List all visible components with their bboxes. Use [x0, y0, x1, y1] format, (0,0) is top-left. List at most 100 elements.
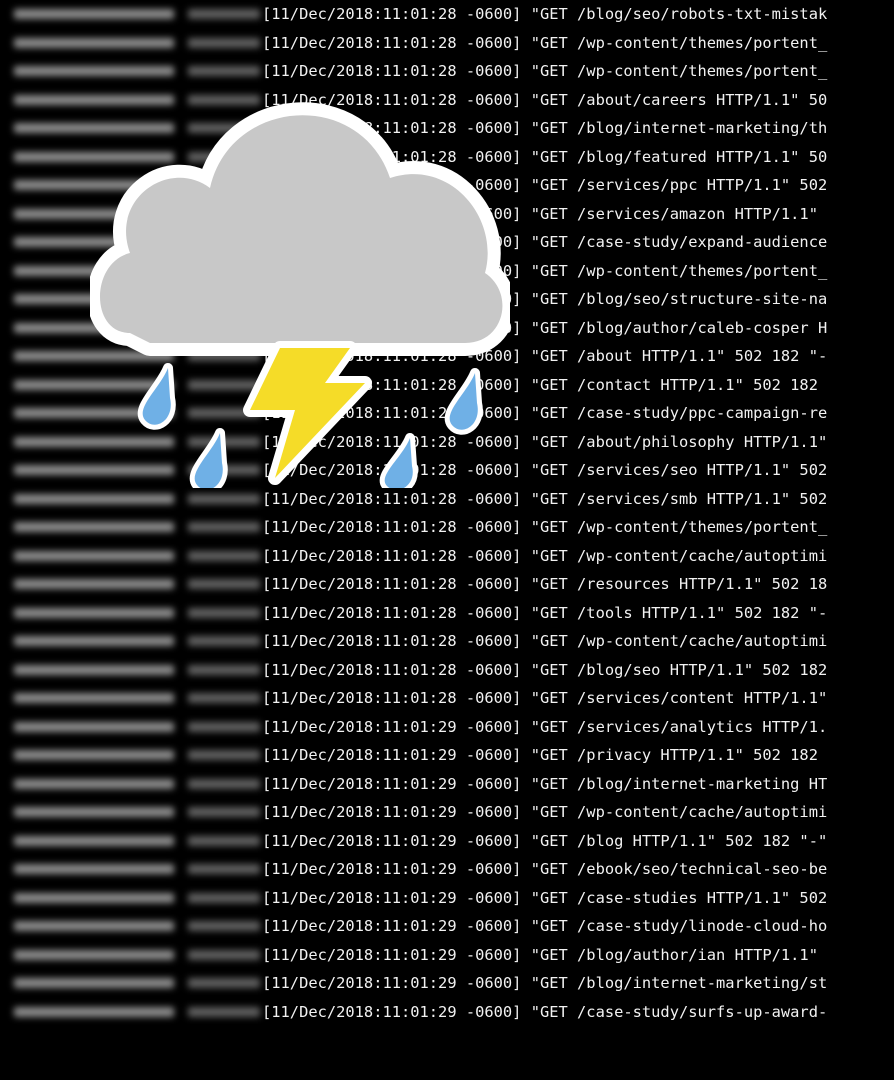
redacted-hostname [188, 493, 260, 504]
redacted-ip-address [14, 778, 174, 789]
redacted-client-info [4, 975, 260, 991]
redacted-ip-address [14, 835, 174, 846]
log-line-text: [11/Dec/2018:11:01:29 -0600] "GET /case-… [262, 917, 828, 935]
redacted-hostname [188, 778, 260, 789]
log-line-text: [11/Dec/2018:11:01:29 -0600] "GET /blog/… [262, 974, 828, 992]
log-line-text: [11/Dec/2018:11:01:29 -0600] "GET /blog/… [262, 774, 828, 793]
redacted-ip-address [14, 978, 174, 988]
redacted-hostname [188, 9, 260, 19]
redacted-hostname [188, 522, 260, 532]
redacted-client-info [4, 719, 260, 735]
log-row: [11/Dec/2018:11:01:28 -0600] "GET /blog/… [0, 656, 894, 684]
cloud-icon [90, 102, 510, 356]
redacted-ip-address [14, 579, 174, 589]
redacted-ip-address [14, 949, 174, 960]
redacted-hostname [188, 807, 260, 817]
log-line-text: [11/Dec/2018:11:01:29 -0600] "GET /servi… [262, 717, 828, 736]
redacted-client-info [4, 576, 260, 592]
log-row: [11/Dec/2018:11:01:28 -0600] "GET /tools… [0, 599, 894, 627]
redacted-ip-address [14, 750, 174, 760]
raindrop-icon [379, 433, 418, 488]
log-line-text: [11/Dec/2018:11:01:28 -0600] "GET /servi… [262, 689, 828, 707]
redacted-client-info [4, 833, 260, 849]
log-line-text: [11/Dec/2018:11:01:28 -0600] "GET /tools… [262, 603, 828, 622]
redacted-client-info [4, 776, 260, 792]
redacted-hostname [188, 579, 260, 589]
redacted-hostname [188, 750, 260, 760]
log-line-text: [11/Dec/2018:11:01:29 -0600] "GET /wp-co… [262, 803, 828, 821]
log-row: [11/Dec/2018:11:01:29 -0600] "GET /case-… [0, 912, 894, 940]
redacted-client-info [4, 804, 260, 820]
redacted-ip-address [14, 864, 174, 874]
redacted-hostname [188, 37, 260, 48]
redacted-hostname [188, 949, 260, 960]
log-line-text: [11/Dec/2018:11:01:29 -0600] "GET /ebook… [262, 860, 828, 878]
redacted-client-info [4, 6, 260, 22]
redacted-ip-address [14, 721, 174, 732]
log-row: [11/Dec/2018:11:01:28 -0600] "GET /wp-co… [0, 513, 894, 541]
redacted-ip-address [14, 550, 174, 561]
redacted-client-info [4, 605, 260, 621]
raindrop-icon [444, 368, 483, 435]
log-line-text: [11/Dec/2018:11:01:28 -0600] "GET /wp-co… [262, 518, 828, 536]
log-row: [11/Dec/2018:11:01:29 -0600] "GET /blog … [0, 827, 894, 855]
redacted-hostname [188, 978, 260, 988]
log-row: [11/Dec/2018:11:01:29 -0600] "GET /blog/… [0, 941, 894, 969]
redacted-hostname [188, 693, 260, 703]
log-row: [11/Dec/2018:11:01:29 -0600] "GET /blog/… [0, 969, 894, 997]
log-row: [11/Dec/2018:11:01:28 -0600] "GET /wp-co… [0, 627, 894, 655]
raindrop-icon [137, 363, 176, 430]
redacted-ip-address [14, 636, 174, 646]
redacted-ip-address [14, 921, 174, 931]
redacted-hostname [188, 835, 260, 846]
log-row: [11/Dec/2018:11:01:29 -0600] "GET /case-… [0, 884, 894, 912]
log-row: [11/Dec/2018:11:01:28 -0600] "GET /servi… [0, 485, 894, 513]
log-line-text: [11/Dec/2018:11:01:29 -0600] "GET /case-… [262, 888, 828, 907]
redacted-ip-address [14, 693, 174, 703]
redacted-hostname [188, 664, 260, 675]
redacted-client-info [4, 890, 260, 906]
redacted-hostname [188, 607, 260, 618]
redacted-client-info [4, 491, 260, 507]
cloud-with-lightning-and-rain-icon [90, 102, 510, 488]
redacted-client-info [4, 633, 260, 649]
redacted-client-info [4, 947, 260, 963]
redacted-hostname [188, 864, 260, 874]
redacted-client-info [4, 690, 260, 706]
redacted-ip-address [14, 37, 174, 48]
redacted-client-info [4, 548, 260, 564]
log-row: [11/Dec/2018:11:01:29 -0600] "GET /priva… [0, 741, 894, 769]
log-row: [11/Dec/2018:11:01:29 -0600] "GET /wp-co… [0, 798, 894, 826]
redacted-hostname [188, 892, 260, 903]
log-row: [11/Dec/2018:11:01:29 -0600] "GET /case-… [0, 998, 894, 1026]
redacted-hostname [188, 921, 260, 931]
redacted-ip-address [14, 807, 174, 817]
log-line-text: [11/Dec/2018:11:01:28 -0600] "GET /wp-co… [262, 546, 828, 565]
log-line-text: [11/Dec/2018:11:01:28 -0600] "GET /resou… [262, 575, 828, 593]
redacted-client-info [4, 747, 260, 763]
redacted-ip-address [14, 892, 174, 903]
redacted-ip-address [14, 664, 174, 675]
redacted-client-info [4, 662, 260, 678]
log-row: [11/Dec/2018:11:01:28 -0600] "GET /wp-co… [0, 542, 894, 570]
raindrop-icon [189, 428, 228, 488]
log-row: [11/Dec/2018:11:01:28 -0600] "GET /resou… [0, 570, 894, 598]
log-line-text: [11/Dec/2018:11:01:28 -0600] "GET /servi… [262, 489, 828, 508]
log-line-text: [11/Dec/2018:11:01:28 -0600] "GET /blog/… [262, 5, 828, 23]
lightning-icon [243, 341, 372, 485]
log-row: [11/Dec/2018:11:01:29 -0600] "GET /servi… [0, 713, 894, 741]
redacted-ip-address [14, 607, 174, 618]
log-line-text: [11/Dec/2018:11:01:29 -0600] "GET /priva… [262, 746, 818, 764]
log-row: [11/Dec/2018:11:01:28 -0600] "GET /servi… [0, 684, 894, 712]
log-line-text: [11/Dec/2018:11:01:29 -0600] "GET /case-… [262, 1002, 828, 1021]
redacted-ip-address [14, 522, 174, 532]
redacted-hostname [188, 550, 260, 561]
log-line-text: [11/Dec/2018:11:01:29 -0600] "GET /blog … [262, 831, 828, 850]
redacted-hostname [188, 636, 260, 646]
redacted-client-info [4, 519, 260, 535]
log-row: [11/Dec/2018:11:01:28 -0600] "GET /blog/… [0, 0, 894, 28]
log-row: [11/Dec/2018:11:01:29 -0600] "GET /blog/… [0, 770, 894, 798]
log-line-text: [11/Dec/2018:11:01:29 -0600] "GET /blog/… [262, 945, 818, 964]
log-line-text: [11/Dec/2018:11:01:28 -0600] "GET /wp-co… [262, 632, 828, 650]
redacted-ip-address [14, 9, 174, 19]
